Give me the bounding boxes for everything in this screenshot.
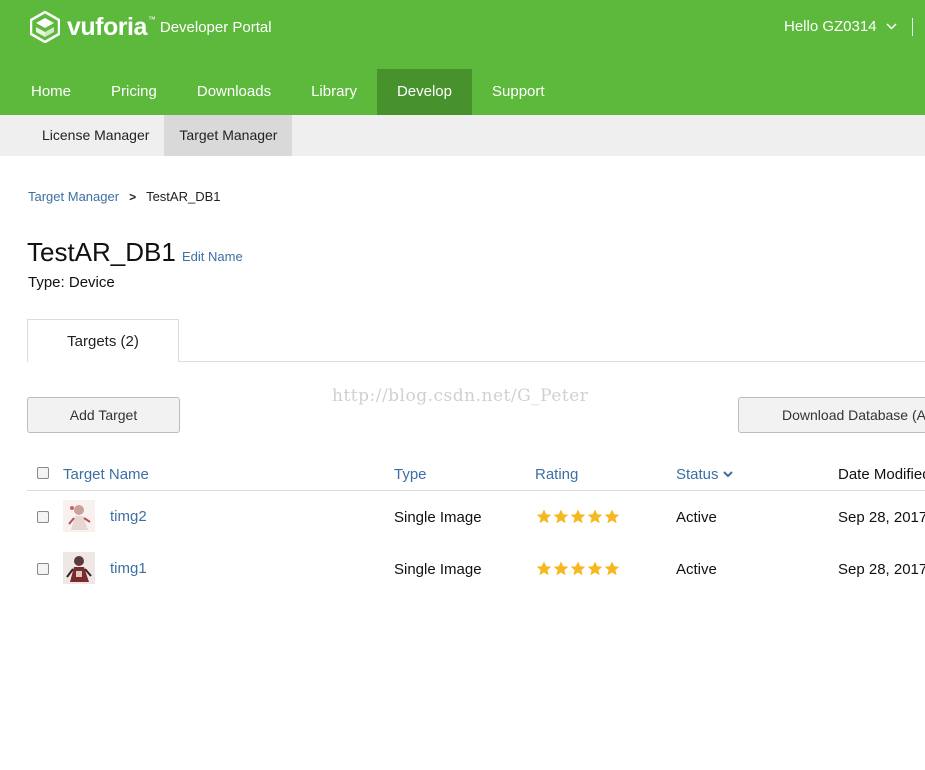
logo-portal-name: Developer Portal — [159, 18, 272, 36]
target-image-icon — [63, 500, 95, 532]
star-icon — [536, 561, 552, 576]
database-type-value: Device — [68, 274, 115, 291]
logo-trademark: ™ — [147, 14, 156, 24]
target-date-modified: Sep 28, 2017 — [838, 509, 925, 526]
star-icon — [570, 561, 586, 576]
rating-stars — [536, 561, 621, 576]
database-type-label: Type: — [28, 274, 65, 291]
star-icon — [604, 561, 620, 576]
select-all-checkbox[interactable] — [37, 467, 49, 479]
target-thumbnail — [63, 500, 95, 532]
database-type: Type: Device — [28, 274, 115, 291]
star-icon — [553, 561, 569, 576]
column-header-rating[interactable]: Rating — [535, 466, 578, 483]
row-checkbox[interactable] — [37, 511, 49, 523]
star-icon — [553, 509, 569, 524]
rating-stars — [536, 509, 621, 524]
target-status: Active — [676, 509, 717, 526]
target-image-icon — [63, 552, 95, 584]
star-icon — [587, 561, 603, 576]
download-database-button[interactable]: Download Database (All) — [738, 397, 925, 433]
add-target-button[interactable]: Add Target — [27, 397, 180, 433]
vuforia-cube-icon — [30, 11, 60, 43]
nav-item-downloads[interactable]: Downloads — [177, 69, 291, 115]
column-header-type[interactable]: Type — [394, 466, 427, 483]
subnav-item-license-manager[interactable]: License Manager — [0, 115, 164, 156]
target-type: Single Image — [394, 509, 482, 526]
watermark-text: http://blog.csdn.net/G_Peter — [332, 386, 589, 406]
breadcrumb: Target Manager > TestAR_DB1 — [28, 189, 221, 204]
target-thumbnail — [63, 552, 95, 584]
column-header-target-name[interactable]: Target Name — [63, 466, 149, 483]
sub-nav: License Manager Target Manager — [0, 115, 925, 156]
target-name-link[interactable]: timg2 — [110, 508, 147, 525]
target-name-link[interactable]: timg1 — [110, 560, 147, 577]
star-icon — [536, 509, 552, 524]
nav-item-pricing[interactable]: Pricing — [91, 69, 177, 115]
column-header-date-modified[interactable]: Date Modified — [838, 466, 925, 483]
nav-item-home[interactable]: Home — [0, 69, 91, 115]
main-nav: Home Pricing Downloads Library Develop S… — [0, 69, 565, 115]
table-header-divider — [27, 490, 925, 491]
target-type: Single Image — [394, 561, 482, 578]
target-date-modified: Sep 28, 2017 — [838, 561, 925, 578]
sort-chevron-down-icon — [722, 471, 733, 478]
logo-wordmark: vuforia — [67, 12, 147, 41]
star-icon — [587, 509, 603, 524]
star-icon — [570, 509, 586, 524]
nav-item-develop[interactable]: Develop — [376, 69, 472, 115]
breadcrumb-separator: > — [129, 189, 137, 204]
star-icon — [604, 509, 620, 524]
vuforia-logo[interactable]: vuforia ™ Developer Portal — [30, 10, 272, 44]
target-status: Active — [676, 561, 717, 578]
header-divider — [912, 18, 913, 36]
page-title: TestAR_DB1 — [27, 237, 176, 267]
edit-name-link[interactable]: Edit Name — [182, 249, 243, 264]
top-header: vuforia ™ Developer Portal Hello GZ0314 H… — [0, 0, 925, 115]
nav-item-library[interactable]: Library — [291, 69, 377, 115]
column-header-status-label: Status — [676, 466, 719, 483]
column-header-status[interactable]: Status — [676, 466, 733, 483]
nav-item-support[interactable]: Support — [472, 69, 565, 115]
subnav-item-target-manager[interactable]: Target Manager — [164, 115, 293, 156]
tab-targets[interactable]: Targets (2) — [27, 319, 179, 362]
chevron-down-icon — [886, 23, 897, 30]
breadcrumb-current: TestAR_DB1 — [146, 189, 221, 204]
user-menu[interactable]: Hello GZ0314 — [784, 18, 897, 35]
row-checkbox[interactable] — [37, 563, 49, 575]
user-greeting: Hello GZ0314 — [784, 18, 877, 35]
breadcrumb-link-target-manager[interactable]: Target Manager — [28, 189, 119, 204]
